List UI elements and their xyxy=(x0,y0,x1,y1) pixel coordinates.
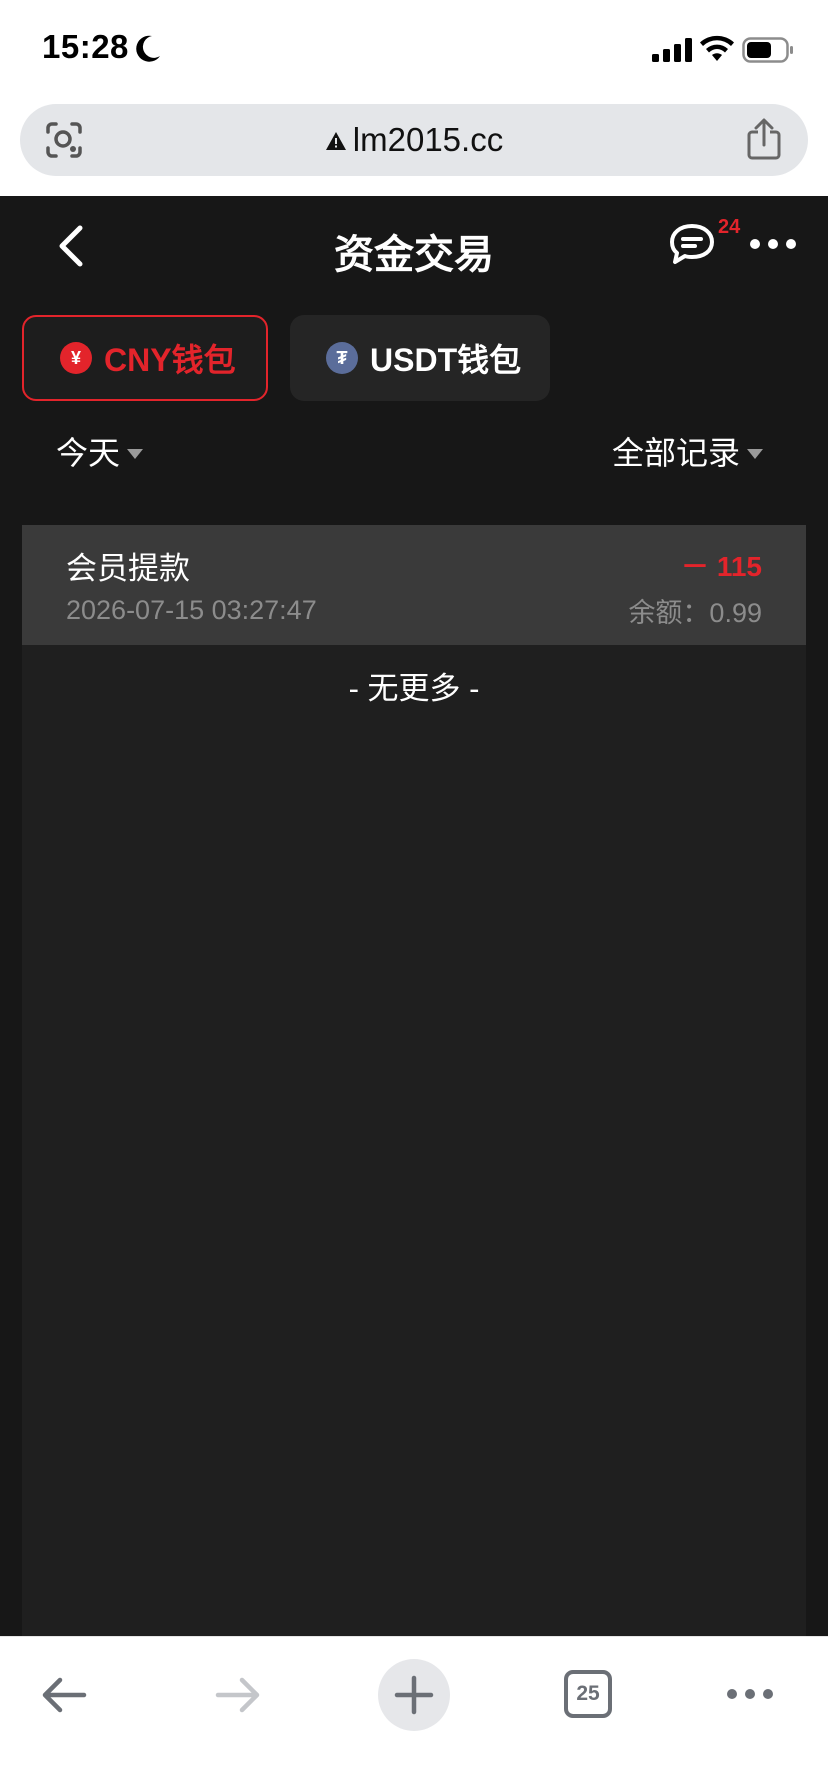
browser-url-area: lm2015.cc xyxy=(0,100,828,196)
no-more-text: - 无更多 - xyxy=(348,671,480,706)
status-bar: 15:28 xyxy=(0,0,828,100)
record-type-filter-dropdown[interactable]: 全部记录 xyxy=(612,428,764,474)
status-time: 15:28 xyxy=(42,28,129,65)
signal-icon xyxy=(652,38,692,62)
record-balance: 余额：0.99 xyxy=(628,598,762,628)
tab-label: USDT钱包 xyxy=(370,342,522,378)
record-time: 2026-07-15 03:27:47 xyxy=(66,595,317,625)
warning-icon xyxy=(325,132,346,150)
moon-icon xyxy=(136,35,160,62)
message-badge: 24 xyxy=(718,216,741,238)
browser-back-icon[interactable] xyxy=(40,1675,88,1715)
app-content: 资金交易 24 ¥ CNY钱包 ₮ USDT钱包 今天 全部记录 会员提款 20… xyxy=(0,196,828,1636)
share-icon[interactable] xyxy=(746,118,782,160)
url-display: lm2015.cc xyxy=(20,104,808,176)
tab-label: CNY钱包 xyxy=(104,342,236,378)
chat-icon[interactable] xyxy=(668,222,716,266)
date-filter-label: 今天 xyxy=(56,435,121,471)
tab-usdt-wallet[interactable]: ₮ USDT钱包 xyxy=(290,315,550,401)
record-title: 会员提款 xyxy=(66,551,190,586)
browser-toolbar: 25 xyxy=(0,1636,828,1792)
more-dots-icon[interactable] xyxy=(748,236,798,252)
tether-coin-icon: ₮ xyxy=(326,342,358,374)
browser-forward-icon[interactable] xyxy=(214,1675,262,1715)
record-type-filter-label: 全部记录 xyxy=(611,435,740,471)
list-item[interactable]: 会员提款 2026-07-15 03:27:47 － 115 余额：0.99 xyxy=(22,525,806,645)
battery-icon xyxy=(742,37,793,63)
yuan-coin-icon: ¥ xyxy=(60,342,92,374)
new-tab-button[interactable] xyxy=(378,1659,450,1731)
browser-more-icon[interactable] xyxy=(726,1687,774,1701)
wifi-icon xyxy=(700,35,734,61)
records-list: 会员提款 2026-07-15 03:27:47 － 115 余额：0.99 -… xyxy=(22,525,806,1636)
caret-down-icon xyxy=(127,449,144,459)
caret-down-icon xyxy=(747,449,763,459)
plus-icon xyxy=(394,1675,434,1715)
tabs-icon[interactable]: 25 xyxy=(564,1670,612,1718)
address-bar[interactable]: lm2015.cc xyxy=(20,104,808,176)
tab-cny-wallet[interactable]: ¥ CNY钱包 xyxy=(22,315,268,401)
url-text: lm2015.cc xyxy=(352,121,504,158)
date-filter-dropdown[interactable]: 今天 xyxy=(56,428,144,474)
record-amount: － 115 xyxy=(681,551,762,582)
